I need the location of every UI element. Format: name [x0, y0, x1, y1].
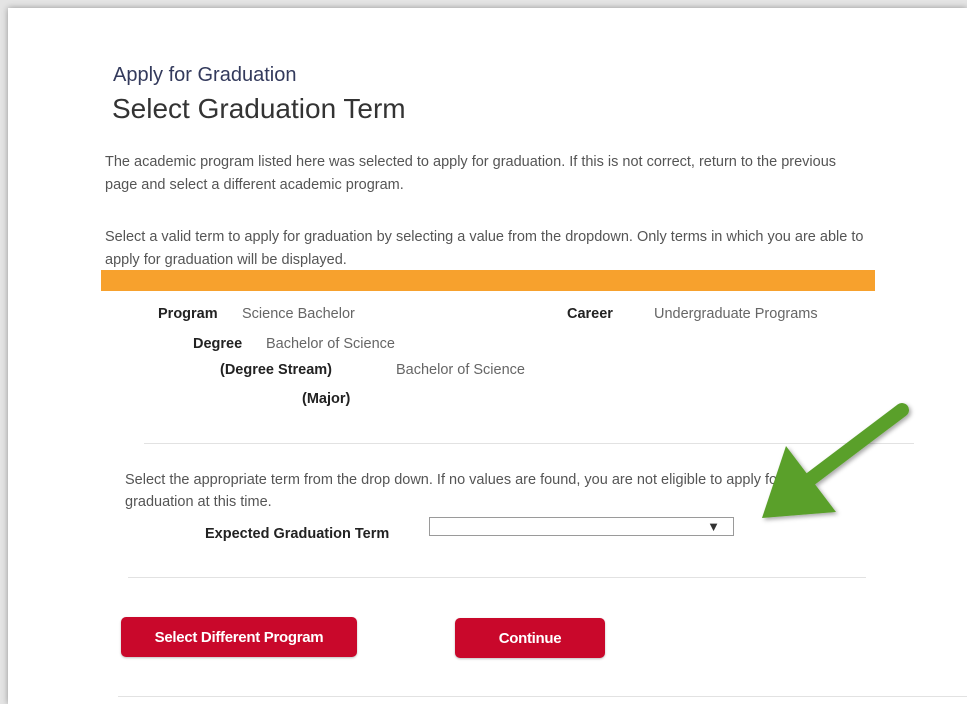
divider: [128, 577, 866, 578]
continue-button[interactable]: Continue: [455, 618, 605, 658]
program-label: Program: [158, 306, 218, 322]
page-title: Select Graduation Term: [112, 93, 406, 124]
career-label: Career: [567, 306, 613, 322]
term-instruction: Select the appropriate term from the dro…: [125, 472, 782, 510]
intro-paragraph-2: Select a valid term to apply for graduat…: [105, 229, 864, 268]
major-label: (Major): [302, 391, 351, 407]
select-different-program-button[interactable]: Select Different Program: [121, 617, 357, 657]
program-value: Science Bachelor: [242, 306, 355, 322]
degree-label: Degree: [193, 336, 243, 352]
degree-stream-label: (Degree Stream): [220, 362, 333, 378]
divider: [118, 696, 967, 697]
career-value: Undergraduate Programs: [654, 306, 818, 322]
expected-graduation-term-select[interactable]: ▼: [429, 517, 734, 536]
arrow-icon: [762, 403, 909, 518]
triangle-down-icon[interactable]: ▼: [707, 518, 720, 536]
degree-value: Bachelor of Science: [266, 336, 395, 352]
breadcrumb: Apply for Graduation: [113, 64, 297, 86]
degree-stream-value: Bachelor of Science: [396, 362, 525, 378]
section-accent-bar: [101, 270, 875, 291]
expected-graduation-term-label: Expected Graduation Term: [205, 526, 390, 542]
intro-paragraph-1: The academic program listed here was sel…: [105, 154, 837, 193]
